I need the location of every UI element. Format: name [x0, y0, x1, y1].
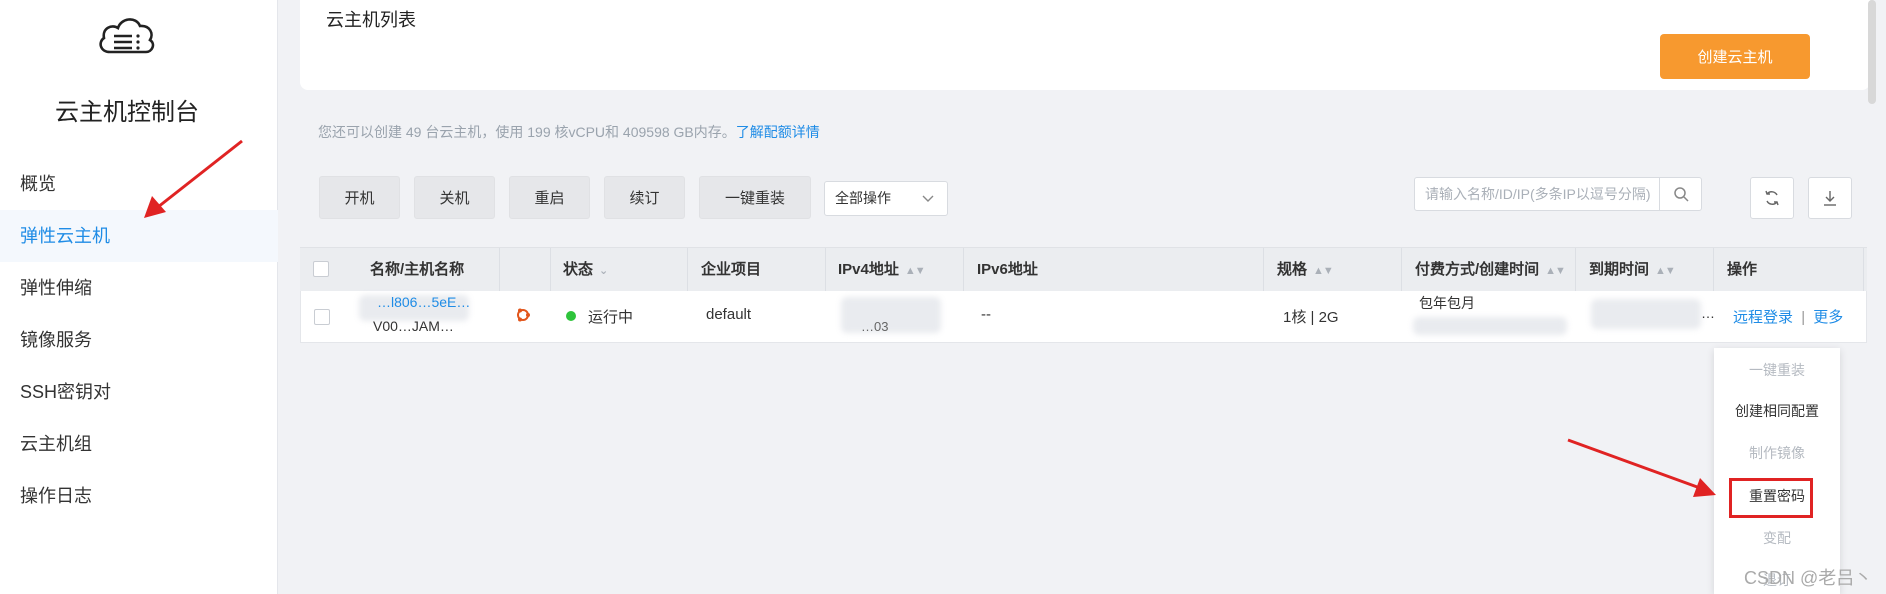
row-actions: 远程登录 | 更多 [1733, 306, 1843, 327]
watermark: CSDN @老吕丶 [1744, 568, 1873, 588]
quota-text: 您还可以创建 49 台云主机，使用 199 核vCPU和 409598 GB内存… [318, 124, 736, 140]
ipv6-address: -- [981, 306, 991, 323]
server-table: 名称/主机名称 状态 ⌄ 企业项目 IPv4地址 ▲▼ IPv6地址 规格 ▲▼ 付费… [300, 247, 1867, 343]
table-row: …l806…5eE… V00…JAM… 运行中 default …03 -- 1… [300, 291, 1867, 343]
sidebar-item-operation-log[interactable]: 操作日志 [0, 470, 278, 522]
header-card: 云主机列表 创建云主机 [300, 0, 1870, 90]
sort-icon: ▲▼ [1655, 265, 1676, 277]
server-hostname: V00…JAM… [373, 318, 454, 334]
remote-login-link[interactable]: 远程登录 [1733, 309, 1793, 326]
search-icon [1673, 187, 1689, 202]
scrollbar-thumb[interactable] [1868, 0, 1876, 104]
stop-button[interactable]: 关机 [414, 176, 495, 219]
menu-item-reinstall[interactable]: 一键重装 [1714, 360, 1840, 380]
sort-icon: ▲▼ [1545, 265, 1566, 277]
sort-icon: ▲▼ [904, 265, 926, 277]
col-spec[interactable]: 规格 ▲▼ [1277, 248, 1334, 292]
sidebar-item-ssh-keypair[interactable]: SSH密钥对 [0, 366, 278, 418]
reset-password-highlight-box [1729, 478, 1813, 518]
col-ipv4[interactable]: IPv4地址 ▲▼ [838, 248, 926, 292]
col-name: 名称/主机名称 [370, 261, 465, 278]
col-expire[interactable]: 到期时间 ▲▼ [1589, 248, 1676, 292]
download-icon [1824, 191, 1836, 206]
billing-mode: 包年包月 [1419, 295, 1475, 311]
col-ipv6: IPv6地址 [977, 261, 1038, 278]
quota-info: 您还可以创建 49 台云主机，使用 199 核vCPU和 409598 GB内存… [318, 122, 820, 142]
more-actions-dropdown: 一键重装 创建相同配置 制作镜像 重置密码 变配 退订 [1714, 348, 1840, 594]
expire-time: … [1701, 305, 1715, 321]
row-checkbox[interactable] [314, 309, 330, 325]
select-all-checkbox[interactable] [313, 261, 329, 277]
sidebar-item-elastic-cloud-server[interactable]: 弹性云主机 [0, 210, 278, 262]
sidebar-item-overview[interactable]: 概览 [0, 158, 278, 210]
status-dot-icon [566, 311, 576, 321]
sidebar-item-server-group[interactable]: 云主机组 [0, 418, 278, 470]
restart-button[interactable]: 重启 [509, 176, 590, 219]
all-operations-label: 全部操作 [835, 190, 891, 206]
more-actions-link[interactable]: 更多 [1813, 309, 1843, 326]
start-button[interactable]: 开机 [319, 176, 400, 219]
refresh-button[interactable] [1750, 177, 1794, 219]
sidebar-menu: 概览 弹性云主机 弹性伸缩 镜像服务 SSH密钥对 云主机组 操作日志 [0, 158, 278, 522]
menu-item-create-image[interactable]: 制作镜像 [1714, 443, 1840, 463]
quota-detail-link[interactable]: 了解配额详情 [736, 124, 820, 140]
search-box [1414, 177, 1702, 211]
cloud-server-logo-icon [99, 18, 155, 54]
arrowhead-reset-password [1693, 478, 1716, 497]
filter-icon: ⌄ [599, 265, 608, 277]
chevron-down-icon [921, 182, 935, 227]
download-button[interactable] [1808, 177, 1852, 219]
search-button[interactable] [1659, 178, 1701, 210]
sidebar-item-image-service[interactable]: 镜像服务 [0, 314, 278, 366]
page-title: 云主机列表 [326, 10, 416, 30]
col-project: 企业项目 [701, 261, 762, 278]
arrow-to-reset-password [1567, 438, 1701, 490]
ubuntu-os-icon [515, 307, 531, 327]
table-header: 名称/主机名称 状态 ⌄ 企业项目 IPv4地址 ▲▼ IPv6地址 规格 ▲▼ 付费… [300, 247, 1867, 292]
all-operations-select[interactable]: 全部操作 [824, 181, 948, 216]
refresh-icon [1765, 190, 1779, 206]
sidebar-item-auto-scaling[interactable]: 弹性伸缩 [0, 262, 278, 314]
menu-item-create-same-config[interactable]: 创建相同配置 [1714, 401, 1840, 421]
menu-item-resize[interactable]: 变配 [1714, 528, 1840, 548]
reinstall-button[interactable]: 一键重装 [699, 176, 811, 219]
action-separator: | [1801, 309, 1806, 326]
col-status[interactable]: 状态 ⌄ [563, 248, 608, 292]
search-input[interactable] [1425, 182, 1675, 206]
enterprise-project: default [706, 306, 752, 323]
ipv4-address: …03 [861, 319, 889, 334]
server-name-link[interactable]: …l806…5eE… [377, 294, 470, 310]
sidebar: 云主机控制台 概览 弹性云主机 弹性伸缩 镜像服务 SSH密钥对 云主机组 操作… [0, 0, 278, 594]
console-title: 云主机控制台 [55, 99, 199, 126]
sort-icon: ▲▼ [1313, 265, 1334, 277]
spec-value: 1核 | 2G [1283, 309, 1339, 326]
col-billing[interactable]: 付费方式/创建时间 ▲▼ [1415, 248, 1566, 292]
status-running: 运行中 [566, 306, 633, 327]
create-server-button[interactable]: 创建云主机 [1660, 34, 1810, 79]
renew-button[interactable]: 续订 [604, 176, 685, 219]
col-actions: 操作 [1727, 261, 1758, 278]
